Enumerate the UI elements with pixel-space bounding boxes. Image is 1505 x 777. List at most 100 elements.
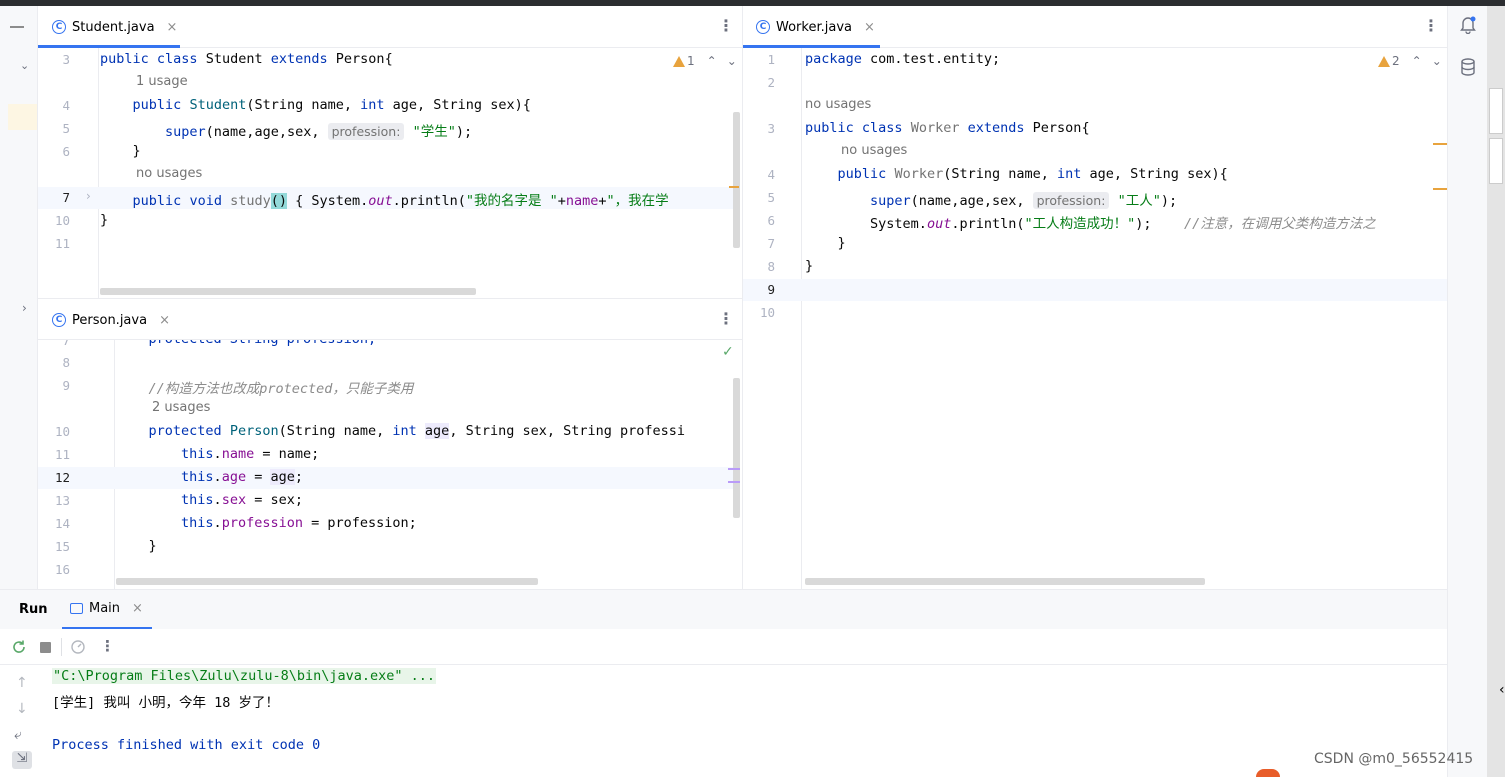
close-tab-icon[interactable]: × xyxy=(167,20,178,35)
code-text: Person{ xyxy=(1032,120,1090,136)
code-line-6: System.out.println("工人构造成功！"); //注意，在调用父… xyxy=(805,212,1376,232)
kw: void xyxy=(189,193,222,209)
arrow-up-icon[interactable]: ↑ xyxy=(16,675,28,691)
chevron-up-icon[interactable]: ⌃ xyxy=(707,54,717,68)
scroll-thumb[interactable] xyxy=(1489,138,1503,184)
kw: this xyxy=(181,469,214,485)
tab-main[interactable]: Main × xyxy=(70,601,143,616)
line-number: 3 xyxy=(767,121,775,136)
kw: this xyxy=(181,446,214,462)
code-text: (String name, xyxy=(278,423,393,439)
line-number: 12 xyxy=(54,470,70,485)
line-number: 4 xyxy=(62,98,70,113)
code-line-14: this.profession = profession; xyxy=(116,515,417,531)
code-text: .println( xyxy=(951,216,1025,232)
code-text: ); xyxy=(455,124,473,140)
kw: int xyxy=(1057,166,1082,182)
coverage-icon[interactable] xyxy=(70,639,88,655)
database-icon[interactable] xyxy=(1460,58,1476,76)
kw: super xyxy=(165,124,206,140)
tab-worker-java[interactable]: C Worker.java × xyxy=(756,6,875,48)
usage-stripe xyxy=(728,481,740,483)
kw: protected xyxy=(148,423,222,439)
code-text: } xyxy=(148,538,157,554)
more-options-icon[interactable]: ⋮ xyxy=(1423,16,1439,35)
usage-stripe xyxy=(728,468,740,470)
warning-indicator[interactable]: 2 ⌃ ⌄ xyxy=(1376,54,1442,68)
usage-hint[interactable]: no usages xyxy=(136,166,202,181)
usage-hint[interactable]: no usages xyxy=(805,97,871,112)
warning-indicator[interactable]: 1 ⌃ ⌄ xyxy=(673,54,737,68)
code-line-11: this.name = name; xyxy=(116,446,319,462)
checkmark-icon[interactable]: ✓ xyxy=(722,344,734,360)
code-text: { System. xyxy=(287,193,369,209)
close-tab-icon[interactable]: × xyxy=(132,601,143,616)
chevron-right-icon[interactable]: › xyxy=(22,301,27,315)
chevron-down-icon[interactable]: ⌄ xyxy=(20,59,29,72)
kw: class xyxy=(861,120,903,136)
usage-hint[interactable]: 2 usages xyxy=(152,400,210,415)
param-hint: profession: xyxy=(327,123,405,140)
chevron-down-icon[interactable]: ⌄ xyxy=(1432,54,1442,68)
field: name xyxy=(221,446,255,462)
tab-person-java[interactable]: C Person.java × xyxy=(52,299,170,341)
notifications-icon[interactable] xyxy=(1460,16,1476,35)
code-line-5: super(name,age,sex, profession: "工人"); xyxy=(805,189,1177,209)
scroll-to-end-icon[interactable]: ⇲ xyxy=(12,751,32,769)
fn: Student xyxy=(189,97,247,113)
student-tab-bar: C Student.java × ⋮ xyxy=(38,6,742,48)
code-text: } xyxy=(132,143,141,159)
soft-wrap-icon[interactable]: ⤶ xyxy=(14,727,22,743)
line-number: 8 xyxy=(62,355,70,370)
person-tab-bar: C Person.java × ⋮ xyxy=(38,298,742,340)
line-number: 5 xyxy=(62,121,70,136)
more-options-icon[interactable]: ⋮ xyxy=(100,637,115,655)
horizontal-scrollbar[interactable] xyxy=(116,578,538,585)
kw: class xyxy=(156,51,198,67)
minimize-icon[interactable] xyxy=(10,26,24,28)
watermark: CSDN @m0_56552415 xyxy=(1314,751,1474,767)
close-tab-icon[interactable]: × xyxy=(864,20,875,35)
kw: this xyxy=(181,515,214,531)
code-line-7: } xyxy=(805,235,846,251)
chevron-left-icon[interactable]: ‹ xyxy=(1499,682,1505,698)
line-number: 7 xyxy=(62,190,70,205)
class-icon: C xyxy=(756,20,770,34)
close-tab-icon[interactable]: × xyxy=(159,313,170,328)
scroll-thumb[interactable] xyxy=(1489,88,1503,134)
line-number: 7 xyxy=(767,236,775,251)
line-number: 8 xyxy=(767,259,775,274)
horizontal-scrollbar[interactable] xyxy=(100,288,476,295)
code-text: , String sex, String professi xyxy=(449,423,686,439)
tab-label: Person.java xyxy=(72,312,148,328)
stop-icon[interactable] xyxy=(40,642,51,653)
tab-student-java[interactable]: C Student.java × xyxy=(52,6,177,48)
run-panel-title: Run xyxy=(19,602,48,617)
string: "我的名字是 " xyxy=(465,193,558,209)
line-number: 6 xyxy=(62,144,70,159)
more-options-icon[interactable]: ⋮ xyxy=(718,309,734,328)
more-options-icon[interactable]: ⋮ xyxy=(718,16,734,35)
vertical-scrollbar[interactable] xyxy=(733,378,740,518)
code-line-1: package com.test.entity; xyxy=(805,51,1000,67)
kw: public xyxy=(132,193,182,209)
fold-chevron-icon[interactable]: › xyxy=(86,189,91,203)
string: "，我在学 xyxy=(606,193,669,209)
warning-stripe xyxy=(1433,188,1447,190)
usage-hint[interactable]: no usages xyxy=(841,143,907,158)
code-text: = sex; xyxy=(246,492,303,508)
usage-hint[interactable]: 1 usage xyxy=(136,74,188,89)
paren-highlight: () xyxy=(270,193,287,209)
code-line-5: super(name,age,sex, profession: "学生"); xyxy=(100,120,472,140)
rerun-icon[interactable] xyxy=(11,639,27,655)
current-line-highlight xyxy=(743,279,1447,301)
kw: extends xyxy=(967,120,1025,136)
code-text: ); xyxy=(1160,193,1178,209)
line-number: 9 xyxy=(767,282,775,297)
chevron-up-icon[interactable]: ⌃ xyxy=(1412,54,1422,68)
tab-label: Main xyxy=(89,601,121,616)
code-line-10: } xyxy=(100,212,108,228)
arrow-down-icon[interactable]: ↓ xyxy=(16,701,28,717)
class-icon: C xyxy=(52,20,66,34)
horizontal-scrollbar[interactable] xyxy=(805,578,1205,585)
